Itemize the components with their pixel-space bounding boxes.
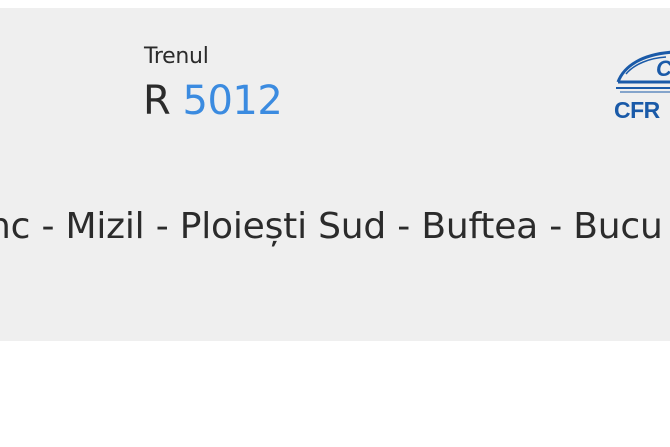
train-info-panel: Trenul R 5012 nc - Mizil - Ploiești Sud … xyxy=(0,8,670,341)
train-number: R 5012 xyxy=(143,78,283,124)
svg-text:C: C xyxy=(656,56,670,81)
train-label: Trenul xyxy=(144,44,209,69)
train-number-value: 5012 xyxy=(182,78,283,124)
route-stations: nc - Mizil - Ploiești Sud - Buftea - Buc… xyxy=(0,206,663,247)
train-category: R xyxy=(143,78,171,124)
cfr-logo-text: CFR xyxy=(614,97,660,123)
page: Trenul R 5012 nc - Mizil - Ploiești Sud … xyxy=(0,0,670,447)
